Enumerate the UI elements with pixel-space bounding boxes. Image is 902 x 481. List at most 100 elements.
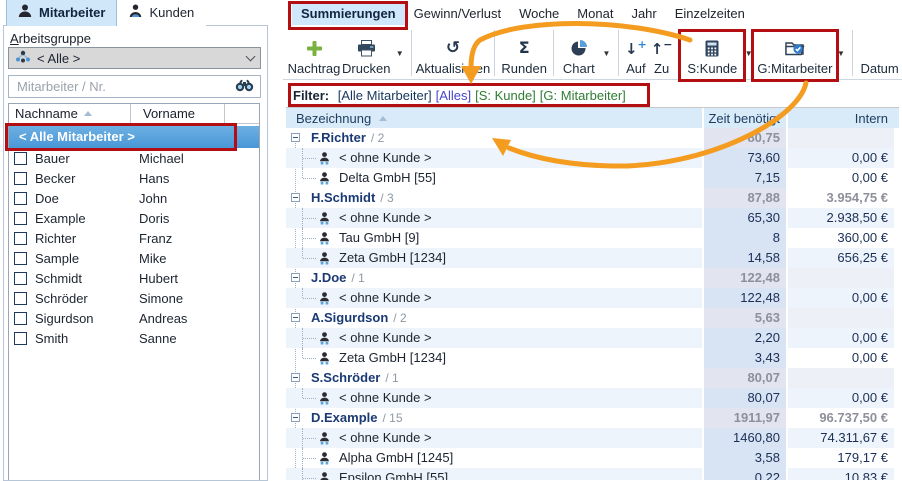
- view-tab-woche[interactable]: Woche: [510, 2, 568, 25]
- toolbar: Nachtrag Drucken ▼ ↺ Aktualisieren Σ Run…: [283, 27, 902, 80]
- column-header-vorname[interactable]: Vorname: [131, 104, 225, 123]
- employee-row[interactable]: Bauer Michael: [9, 148, 259, 168]
- view-tab-gewinn-verlust[interactable]: Gewinn/Verlust: [405, 2, 510, 25]
- summary-group-row[interactable]: S.Schröder/ 1 80,07: [286, 368, 899, 388]
- toolbar-button-zu[interactable]: ↑− Zu: [649, 27, 674, 79]
- employee-row[interactable]: Doe John: [9, 188, 259, 208]
- workgroup-dropdown[interactable]: < Alle >: [8, 47, 261, 69]
- column-header-intern[interactable]: Intern: [788, 108, 894, 128]
- summary-child-row[interactable]: < ohne Kunde > 1460,80 74.311,67 €: [286, 428, 899, 448]
- summary-child-row[interactable]: < ohne Kunde > 2,20 0,00 €: [286, 328, 899, 348]
- column-header-nachname[interactable]: Nachname: [9, 104, 131, 123]
- summary-table-body: F.Richter/ 2 80,75 < ohne Kunde > 73,60 …: [286, 128, 899, 480]
- toolbar-button-s-kunde[interactable]: S:Kunde: [683, 27, 741, 79]
- collapse-expander-icon[interactable]: [291, 313, 300, 322]
- summary-group-row[interactable]: A.Sigurdson/ 2 5,63: [286, 308, 899, 328]
- collapse-expander-icon[interactable]: [291, 193, 300, 202]
- customer-icon: [129, 4, 142, 21]
- arrow-up-minus-icon: ↑−: [651, 35, 673, 61]
- row-checkbox[interactable]: [14, 232, 27, 245]
- binoculars-icon[interactable]: [235, 79, 254, 95]
- intern-cell: 3.954,75 €: [788, 188, 894, 208]
- column-header-zeit[interactable]: Zeit benötigt: [702, 108, 788, 128]
- dropdown-caret-icon[interactable]: ▼: [741, 27, 756, 79]
- all-employees-row[interactable]: < Alle Mitarbeiter >: [9, 126, 259, 148]
- employee-row[interactable]: Sigurdson Andreas: [9, 308, 259, 328]
- row-checkbox[interactable]: [14, 272, 27, 285]
- intern-cell: 0,00 €: [788, 168, 894, 188]
- summary-child-row[interactable]: < ohne Kunde > 80,07 0,00 €: [286, 388, 899, 408]
- intern-cell: 0,00 €: [788, 388, 894, 408]
- zeit-cell: 80,07: [702, 388, 788, 408]
- tab-mitarbeiter[interactable]: Mitarbeiter: [6, 0, 117, 26]
- summary-panel: SummierungenGewinn/VerlustWocheMonatJahr…: [283, 0, 902, 480]
- filter-token[interactable]: [Alle Mitarbeiter]: [338, 88, 432, 103]
- toolbar-button-chart[interactable]: Chart: [558, 27, 599, 79]
- pie-chart-icon: [570, 35, 588, 61]
- row-checkbox[interactable]: [14, 172, 27, 185]
- toolbar-button-datum[interactable]: Datum: [857, 27, 902, 79]
- summary-child-row[interactable]: < ohne Kunde > 122,48 0,00 €: [286, 288, 899, 308]
- summary-child-row[interactable]: Delta GmbH [55] 7,15 0,00 €: [286, 168, 899, 188]
- summary-child-row[interactable]: Epsilon GmbH [55] 0,22 10,83 €: [286, 468, 899, 480]
- employee-row[interactable]: Smith Sanne: [9, 328, 259, 348]
- tab-kunden[interactable]: Kunden: [117, 0, 206, 26]
- toolbar-button-drucken[interactable]: Drucken: [340, 27, 392, 79]
- intern-cell: 0,00 €: [788, 348, 894, 368]
- zeit-cell: 1460,80: [702, 428, 788, 448]
- view-tab-einzelzeiten[interactable]: Einzelzeiten: [666, 2, 754, 25]
- zeit-cell: 87,88: [702, 188, 788, 208]
- employee-row[interactable]: Becker Hans: [9, 168, 259, 188]
- summary-group-row[interactable]: F.Richter/ 2 80,75: [286, 128, 899, 148]
- employee-row[interactable]: Schmidt Hubert: [9, 268, 259, 288]
- toolbar-button-g-mitarbeiter[interactable]: G:Mitarbeiter: [756, 27, 834, 79]
- row-checkbox[interactable]: [14, 292, 27, 305]
- collapse-expander-icon[interactable]: [291, 133, 300, 142]
- summary-child-row[interactable]: < ohne Kunde > 65,30 2.938,50 €: [286, 208, 899, 228]
- collapse-expander-icon[interactable]: [291, 413, 300, 422]
- summary-child-row[interactable]: Zeta GmbH [1234] 14,58 656,25 €: [286, 248, 899, 268]
- toolbar-button-runden[interactable]: Σ Runden: [499, 27, 550, 79]
- summary-child-row[interactable]: < ohne Kunde > 73,60 0,00 €: [286, 148, 899, 168]
- summary-group-row[interactable]: H.Schmidt/ 3 87,88 3.954,75 €: [286, 188, 899, 208]
- column-header-bezeichnung[interactable]: Bezeichnung: [286, 108, 702, 128]
- view-tab-monat[interactable]: Monat: [568, 2, 622, 25]
- toolbar-button-aktualisieren[interactable]: ↺ Aktualisieren: [416, 27, 490, 79]
- toolbar-button-nachtrag[interactable]: Nachtrag: [288, 27, 340, 79]
- search-input[interactable]: [15, 78, 235, 95]
- row-checkbox[interactable]: [14, 312, 27, 325]
- collapse-expander-icon[interactable]: [291, 273, 300, 282]
- employee-row[interactable]: Richter Franz: [9, 228, 259, 248]
- zeit-cell: 122,48: [702, 288, 788, 308]
- zeit-cell: 122,48: [702, 268, 788, 288]
- dropdown-caret-icon[interactable]: ▼: [834, 27, 849, 79]
- filter-token[interactable]: [S: Kunde]: [475, 88, 536, 103]
- row-checkbox[interactable]: [14, 192, 27, 205]
- filter-token[interactable]: [Alles]: [436, 88, 471, 103]
- dropdown-caret-icon[interactable]: ▼: [392, 27, 407, 79]
- toolbar-button-auf[interactable]: ↓+ Auf: [623, 27, 649, 79]
- view-tab-summierungen[interactable]: Summierungen: [292, 2, 405, 25]
- row-checkbox[interactable]: [14, 152, 27, 165]
- toolbar-separator: [618, 30, 619, 76]
- intern-cell: [788, 308, 894, 328]
- employee-row[interactable]: Example Doris: [9, 208, 259, 228]
- dropdown-caret-icon[interactable]: ▼: [599, 27, 614, 79]
- summary-child-row[interactable]: Zeta GmbH [1234] 3,43 0,00 €: [286, 348, 899, 368]
- view-tab-strip: SummierungenGewinn/VerlustWocheMonatJahr…: [292, 0, 754, 26]
- employee-row[interactable]: Sample Mike: [9, 248, 259, 268]
- row-checkbox[interactable]: [14, 332, 27, 345]
- summary-group-row[interactable]: D.Example/ 15 1911,97 96.737,50 €: [286, 408, 899, 428]
- row-checkbox[interactable]: [14, 212, 27, 225]
- collapse-expander-icon[interactable]: [291, 373, 300, 382]
- employee-list: Nachname Vorname < Alle Mitarbeiter > Ba…: [8, 103, 260, 480]
- summary-child-row[interactable]: Alpha GmbH [1245] 3,58 179,17 €: [286, 448, 899, 468]
- filter-token[interactable]: [G: Mitarbeiter]: [540, 88, 626, 103]
- toolbar-separator: [553, 30, 554, 76]
- employee-panel: Mitarbeiter Kunden Arbeitsgruppe < Alle …: [0, 0, 272, 480]
- summary-group-row[interactable]: J.Doe/ 1 122,48: [286, 268, 899, 288]
- row-checkbox[interactable]: [14, 252, 27, 265]
- employee-row[interactable]: Schröder Simone: [9, 288, 259, 308]
- view-tab-jahr[interactable]: Jahr: [622, 2, 665, 25]
- summary-child-row[interactable]: Tau GmbH [9] 8 360,00 €: [286, 228, 899, 248]
